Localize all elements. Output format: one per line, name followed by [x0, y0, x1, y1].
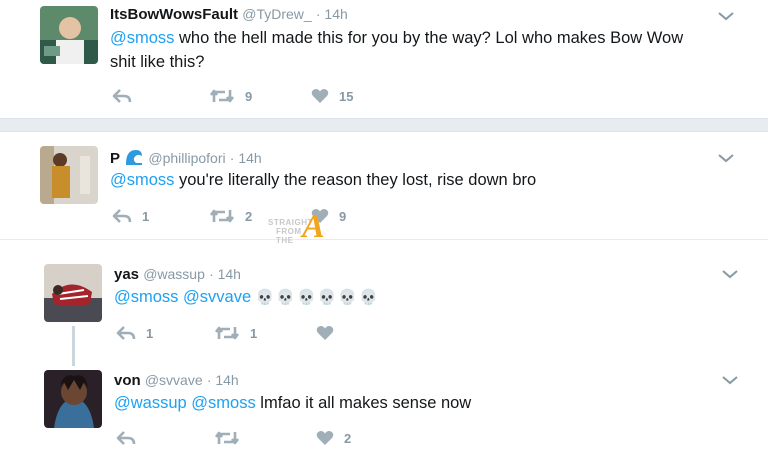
tweet-text: @smoss who the hell made this for you by… — [110, 26, 750, 74]
tweet-text: @smoss @svvave 💀💀💀💀💀💀 — [114, 285, 734, 310]
timestamp[interactable]: · 14h — [209, 266, 241, 282]
heart-icon — [311, 89, 329, 103]
tweet-body: who the hell made this for you by the wa… — [174, 29, 684, 47]
tweet-header: P @phillipofori · 14h — [110, 148, 262, 170]
tweet-actions: 1 1 — [116, 322, 416, 344]
mention-link[interactable]: @svvave — [183, 288, 251, 306]
retweet-count: 2 — [245, 208, 253, 224]
tweet-actions: 1 2 9 — [112, 205, 412, 227]
like-count: 2 — [344, 430, 352, 446]
reply-button[interactable]: 1 — [112, 205, 149, 227]
tweet-body: lmfao it all makes sense now — [255, 394, 472, 412]
watermark-letter: A — [302, 208, 325, 245]
tweet-4[interactable]: von @svvave · 14h @wassup @smoss lmfao i… — [0, 360, 768, 452]
retweet-icon — [209, 89, 235, 103]
avatar[interactable] — [44, 264, 102, 322]
retweet-icon — [209, 209, 235, 223]
skull-emoji: 💀💀💀💀💀💀 — [255, 289, 380, 306]
tweet-body-cont: shit like this? — [110, 53, 205, 71]
retweet-icon — [214, 431, 240, 445]
reply-icon — [116, 431, 136, 445]
tweet-3[interactable]: yas @wassup · 14h @smoss @svvave 💀💀💀💀💀💀 … — [0, 240, 768, 366]
retweet-button[interactable]: 2 — [209, 205, 252, 227]
retweet-icon — [214, 326, 240, 340]
mention-link[interactable]: @smoss — [110, 171, 174, 189]
chevron-down-icon[interactable] — [721, 374, 739, 386]
separator — [0, 118, 768, 132]
display-name[interactable]: ItsBowWowsFault — [110, 6, 238, 23]
user-handle[interactable]: @phillipofori — [148, 150, 225, 166]
user-handle[interactable]: @svvave — [145, 372, 203, 388]
tweet-actions: 9 15 — [112, 85, 412, 107]
retweet-button[interactable]: 1 — [214, 322, 257, 344]
tweet-text: @wassup @smoss lmfao it all makes sense … — [114, 391, 734, 415]
mention-link[interactable]: @wassup — [114, 394, 187, 412]
like-button[interactable]: 15 — [311, 85, 353, 107]
retweet-count: 9 — [245, 88, 253, 104]
tweet-text: @smoss you're literally the reason they … — [110, 168, 750, 192]
display-name[interactable]: P — [110, 150, 120, 167]
reply-icon — [112, 89, 132, 103]
watermark-logo: STRAIGHT FROM THE A — [266, 208, 336, 250]
retweet-count: 1 — [250, 325, 258, 341]
like-button[interactable] — [316, 322, 334, 344]
avatar[interactable] — [40, 146, 98, 204]
watermark-line-2: FROM — [276, 227, 302, 236]
display-name[interactable]: von — [114, 372, 141, 389]
tweet-1[interactable]: ItsBowWowsFault @TyDrew_ · 14h @smoss wh… — [0, 0, 768, 118]
reply-icon — [112, 209, 132, 223]
heart-icon — [316, 431, 334, 445]
avatar[interactable] — [44, 370, 102, 428]
user-handle[interactable]: @TyDrew_ — [242, 6, 311, 22]
like-count: 9 — [339, 208, 347, 224]
mention-link[interactable]: @smoss — [114, 288, 178, 306]
reply-button[interactable] — [112, 85, 132, 107]
reply-icon — [116, 326, 136, 340]
tweet-2[interactable]: P @phillipofori · 14h @smoss you're lite… — [0, 132, 768, 238]
watermark-line-3: THE — [276, 236, 294, 245]
tweet-header: yas @wassup · 14h — [114, 266, 241, 283]
tweet-body: you're literally the reason they lost, r… — [174, 171, 537, 189]
tweet-header: von @svvave · 14h — [114, 372, 239, 389]
user-handle[interactable]: @wassup — [143, 266, 205, 282]
timestamp[interactable]: · 14h — [207, 372, 239, 388]
mention-link[interactable]: @smoss — [191, 394, 255, 412]
retweet-button[interactable]: 9 — [209, 85, 252, 107]
reply-count: 1 — [146, 325, 154, 341]
retweet-button[interactable] — [214, 427, 240, 449]
mention-link[interactable]: @smoss — [110, 29, 174, 47]
chevron-down-icon[interactable] — [717, 152, 735, 164]
chevron-down-icon[interactable] — [721, 268, 739, 280]
timestamp[interactable]: · 14h — [316, 6, 348, 22]
heart-icon — [316, 326, 334, 340]
avatar[interactable] — [40, 6, 98, 64]
chevron-down-icon[interactable] — [717, 10, 735, 22]
like-count: 15 — [339, 88, 354, 104]
reply-count: 1 — [142, 208, 150, 224]
reply-button[interactable] — [116, 427, 136, 449]
wave-icon — [124, 148, 144, 170]
timestamp[interactable]: · 14h — [230, 150, 262, 166]
tweet-actions: 2 — [116, 427, 416, 449]
display-name[interactable]: yas — [114, 266, 139, 283]
like-button[interactable]: 2 — [316, 427, 351, 449]
tweet-header: ItsBowWowsFault @TyDrew_ · 14h — [110, 6, 348, 23]
reply-button[interactable]: 1 — [116, 322, 153, 344]
